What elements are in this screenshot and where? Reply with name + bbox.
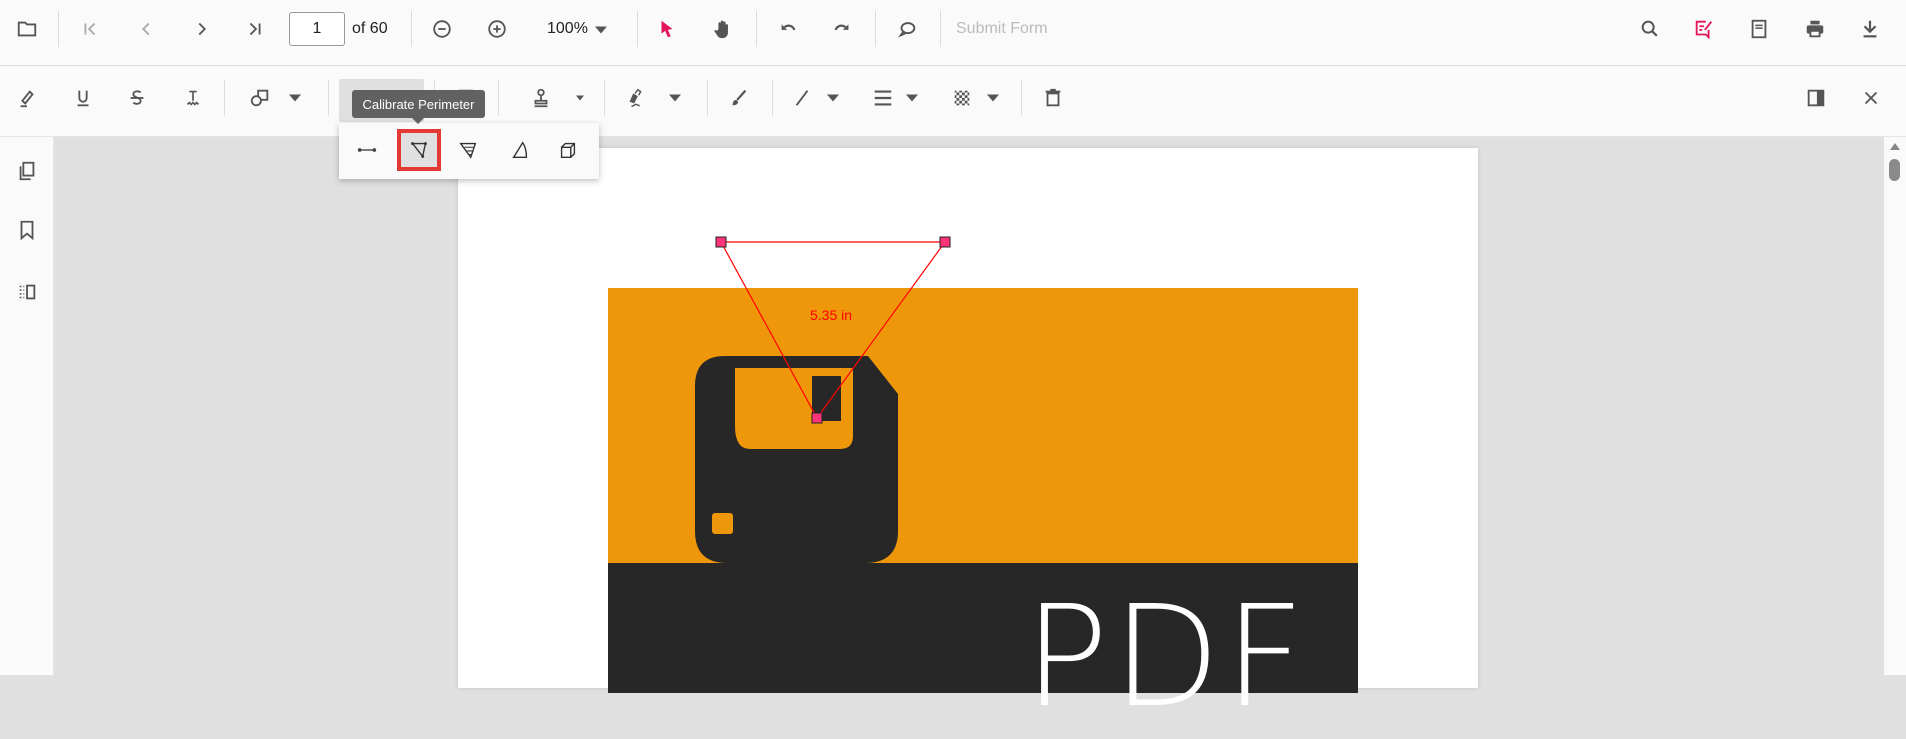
- bookmark-icon[interactable]: [11, 214, 43, 246]
- organize-pages-icon[interactable]: [11, 276, 43, 308]
- separator: [604, 80, 605, 116]
- separator: [772, 80, 773, 116]
- main-toolbar: 1 of 60 100% Submit Form: [0, 0, 1906, 66]
- underline-icon[interactable]: [67, 82, 99, 114]
- zoom-in-icon[interactable]: [481, 13, 513, 45]
- annotation-toolbar: [0, 66, 1906, 137]
- separator: [411, 11, 412, 47]
- comment-icon[interactable]: [891, 13, 923, 45]
- separator: [756, 11, 757, 47]
- page-number-input[interactable]: 1: [289, 12, 345, 46]
- previous-page-icon[interactable]: [130, 13, 162, 45]
- resize-handle[interactable]: [715, 236, 727, 248]
- last-page-icon[interactable]: [239, 13, 271, 45]
- calibrate-perimeter-icon[interactable]: [403, 134, 435, 166]
- resize-handle[interactable]: [811, 412, 823, 424]
- selection-pointer-icon[interactable]: [651, 13, 683, 45]
- separator: [707, 80, 708, 116]
- next-page-icon[interactable]: [186, 13, 218, 45]
- resize-handle[interactable]: [939, 236, 951, 248]
- pdf-page: PDF 5.35 in: [458, 148, 1478, 728]
- calibrate-radius-icon[interactable]: [504, 134, 536, 166]
- ink-brush-icon[interactable]: [723, 82, 755, 114]
- squiggly-icon[interactable]: [177, 82, 209, 114]
- chevron-down-icon[interactable]: [669, 94, 681, 102]
- calibrate-distance-icon[interactable]: [351, 134, 383, 166]
- redo-icon[interactable]: [826, 13, 858, 45]
- edit-annotation-icon[interactable]: [1688, 13, 1720, 45]
- first-page-icon[interactable]: [74, 13, 106, 45]
- measurement-label: 5.35 in: [810, 307, 853, 323]
- page-thumbnails-icon[interactable]: [11, 155, 43, 187]
- open-file-icon[interactable]: [11, 13, 43, 45]
- pan-hand-icon[interactable]: [707, 13, 739, 45]
- scrollbar-thumb[interactable]: [1889, 159, 1900, 181]
- separator: [1021, 80, 1022, 116]
- strikethrough-icon[interactable]: [121, 82, 153, 114]
- comment-panel-icon[interactable]: [1800, 82, 1832, 114]
- vertical-scrollbar[interactable]: [1884, 137, 1906, 675]
- undo-icon[interactable]: [772, 13, 804, 45]
- perimeter-measurement[interactable]: [458, 148, 1478, 688]
- submit-form-button[interactable]: Submit Form: [956, 20, 1048, 38]
- chevron-down-icon[interactable]: [289, 94, 301, 102]
- separator: [328, 80, 329, 116]
- separator: [875, 11, 876, 47]
- stamp-icon[interactable]: [525, 82, 557, 114]
- line-color-icon[interactable]: [786, 82, 818, 114]
- tooltip-arrow: [412, 118, 424, 124]
- chevron-down-icon[interactable]: [987, 94, 999, 102]
- zoom-dropdown[interactable]: 100%: [547, 20, 588, 38]
- separator: [940, 11, 941, 47]
- scroll-up-arrow-icon[interactable]: [1890, 143, 1900, 150]
- separator: [498, 80, 499, 116]
- opacity-icon[interactable]: [946, 82, 978, 114]
- zoom-out-icon[interactable]: [426, 13, 458, 45]
- search-icon[interactable]: [1634, 13, 1666, 45]
- close-icon[interactable]: [1855, 82, 1887, 114]
- stroke-thickness-icon[interactable]: [867, 82, 899, 114]
- separator: [224, 80, 225, 116]
- chevron-down-icon[interactable]: [827, 94, 839, 102]
- page-total: of 60: [352, 20, 388, 37]
- highlight-icon[interactable]: [11, 82, 43, 114]
- signature-icon[interactable]: [620, 82, 652, 114]
- chevron-down-icon[interactable]: [576, 95, 584, 101]
- calibrate-volume-icon[interactable]: [552, 134, 584, 166]
- download-icon[interactable]: [1854, 13, 1886, 45]
- chevron-down-icon[interactable]: [906, 94, 918, 102]
- measure-menu: [339, 123, 599, 179]
- chevron-down-icon[interactable]: [595, 26, 607, 34]
- separator: [58, 11, 59, 47]
- print-icon[interactable]: [1799, 13, 1831, 45]
- navigation-sidebar: [0, 137, 54, 675]
- shape-icon[interactable]: [244, 82, 276, 114]
- delete-icon[interactable]: [1037, 82, 1069, 114]
- tooltip: Calibrate Perimeter: [352, 90, 485, 118]
- separator: [637, 11, 638, 47]
- calibrate-area-icon[interactable]: [452, 134, 484, 166]
- form-designer-icon[interactable]: [1743, 13, 1775, 45]
